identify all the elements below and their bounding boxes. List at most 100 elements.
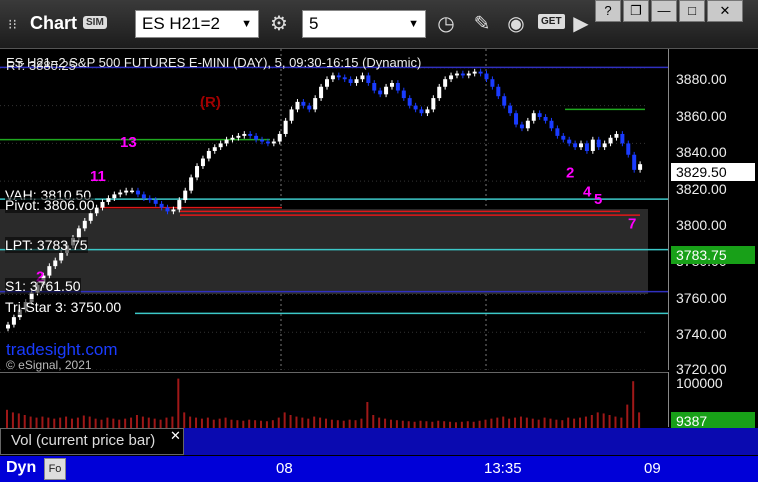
- volume-bar: [88, 416, 91, 428]
- setup-count-mark: 7: [628, 215, 636, 232]
- volume-bar: [70, 418, 73, 428]
- volume-bar: [307, 418, 310, 428]
- price-chart[interactable]: 1311224 57: [0, 49, 668, 370]
- volume-bar: [254, 420, 257, 428]
- volume-bar: [183, 412, 186, 428]
- clock-icon[interactable]: ◷: [433, 11, 459, 37]
- price-tick: 3800.00: [676, 217, 727, 233]
- volume-chart[interactable]: [0, 372, 668, 428]
- volume-bar: [543, 417, 546, 428]
- close-icon[interactable]: ✕: [170, 428, 181, 444]
- pivot-label: Pivot: 3806.00: [5, 197, 95, 213]
- candle-body: [6, 324, 10, 329]
- candle-body: [579, 143, 584, 148]
- volume-bar: [567, 417, 570, 428]
- candle-body: [431, 98, 436, 110]
- volume-bar: [319, 417, 322, 428]
- volume-bar: [372, 415, 375, 428]
- volume-bar: [336, 420, 339, 428]
- price-axis[interactable]: [668, 49, 758, 370]
- candle-body: [100, 201, 105, 208]
- candle-body: [135, 190, 140, 195]
- chart-title: ES H21=2 S&P 500 FUTURES E-MINI (DAY), 5…: [6, 55, 422, 70]
- candle-body: [236, 135, 241, 138]
- gear-icon[interactable]: ⚙: [266, 11, 292, 37]
- close-button[interactable]: ✕: [707, 0, 743, 22]
- drag-grip-icon[interactable]: ⁝⁝: [8, 16, 17, 33]
- candle-body: [384, 86, 389, 95]
- candle-body: [53, 260, 58, 267]
- candle-body: [449, 75, 454, 80]
- help-button[interactable]: ?: [595, 0, 621, 22]
- sim-badge: SIM: [83, 16, 107, 29]
- watermark-tradesight: tradesight.com: [6, 340, 118, 359]
- volume-bar: [519, 416, 522, 428]
- price-tick: 3740.00: [676, 326, 727, 342]
- play-icon[interactable]: ▶: [568, 11, 594, 37]
- restore-button[interactable]: ❐: [623, 0, 649, 22]
- candle-body: [283, 120, 288, 134]
- candle-body: [313, 98, 318, 110]
- volume-bar: [620, 417, 623, 428]
- price-tick: 3860.00: [676, 108, 727, 124]
- s1-label: S1: 3761.50: [5, 278, 81, 294]
- price-tick: 3840.00: [676, 144, 727, 160]
- tristar-label: Tri-Star 3: 3750.00: [5, 299, 122, 315]
- symbol-combo[interactable]: ES H21=2 ▼: [135, 10, 259, 38]
- volume-bar: [59, 417, 62, 428]
- volume-bar: [23, 415, 26, 428]
- get-button[interactable]: GET: [538, 14, 565, 29]
- candle-body: [319, 86, 324, 99]
- chevron-down-icon[interactable]: ▼: [241, 11, 252, 37]
- pencil-icon[interactable]: ✎: [469, 11, 495, 37]
- candle-body: [94, 207, 99, 214]
- volume-bar: [17, 413, 20, 428]
- volume-bar: [189, 416, 192, 428]
- candle-body: [638, 164, 643, 170]
- volume-bar: [230, 419, 233, 428]
- volume-bar: [248, 419, 251, 428]
- candle-body: [413, 105, 418, 110]
- candle-body: [549, 120, 554, 129]
- candle-body: [88, 213, 93, 221]
- candle-body: [543, 116, 548, 121]
- candle-body: [514, 113, 519, 125]
- candle-body: [153, 200, 158, 204]
- candle-body: [389, 82, 394, 87]
- volume-bar: [295, 416, 298, 428]
- volume-bar: [384, 418, 387, 428]
- price-tick: 3760.00: [676, 290, 727, 306]
- volume-bar: [608, 415, 611, 428]
- interval-combo[interactable]: 5 ▼: [302, 10, 426, 38]
- candle-body: [189, 177, 194, 191]
- volume-bar: [561, 420, 564, 428]
- volume-bar: [466, 421, 469, 428]
- volume-bar: [360, 418, 363, 428]
- candle-body: [484, 73, 489, 80]
- volume-bar: [389, 419, 392, 428]
- candle-body: [584, 143, 589, 151]
- candle-body: [348, 79, 353, 83]
- candle-body: [401, 90, 406, 99]
- maximize-button[interactable]: □: [679, 0, 705, 22]
- candle-body: [366, 75, 371, 83]
- chevron-down-icon[interactable]: ▼: [408, 11, 419, 37]
- candle-body: [602, 143, 607, 148]
- candle-body: [141, 194, 146, 199]
- candle-body: [295, 101, 300, 110]
- candle-body: [224, 139, 229, 144]
- candle-body: [165, 207, 170, 212]
- candle-body: [336, 75, 341, 78]
- dynamic-toggle-icon[interactable]: Fo: [44, 458, 66, 480]
- setup-count-mark: 11: [90, 168, 106, 185]
- volume-bar: [537, 419, 540, 428]
- minimize-button[interactable]: —: [651, 0, 677, 22]
- volume-bar: [342, 420, 345, 428]
- time-tick: 13:35: [484, 460, 522, 477]
- candle-body: [159, 203, 164, 208]
- volume-bar: [354, 420, 357, 428]
- volume-legend[interactable]: Vol (current price bar): [0, 428, 184, 455]
- study-icon[interactable]: ◉: [503, 11, 529, 37]
- volume-bar: [407, 421, 410, 428]
- candle-body: [632, 154, 637, 170]
